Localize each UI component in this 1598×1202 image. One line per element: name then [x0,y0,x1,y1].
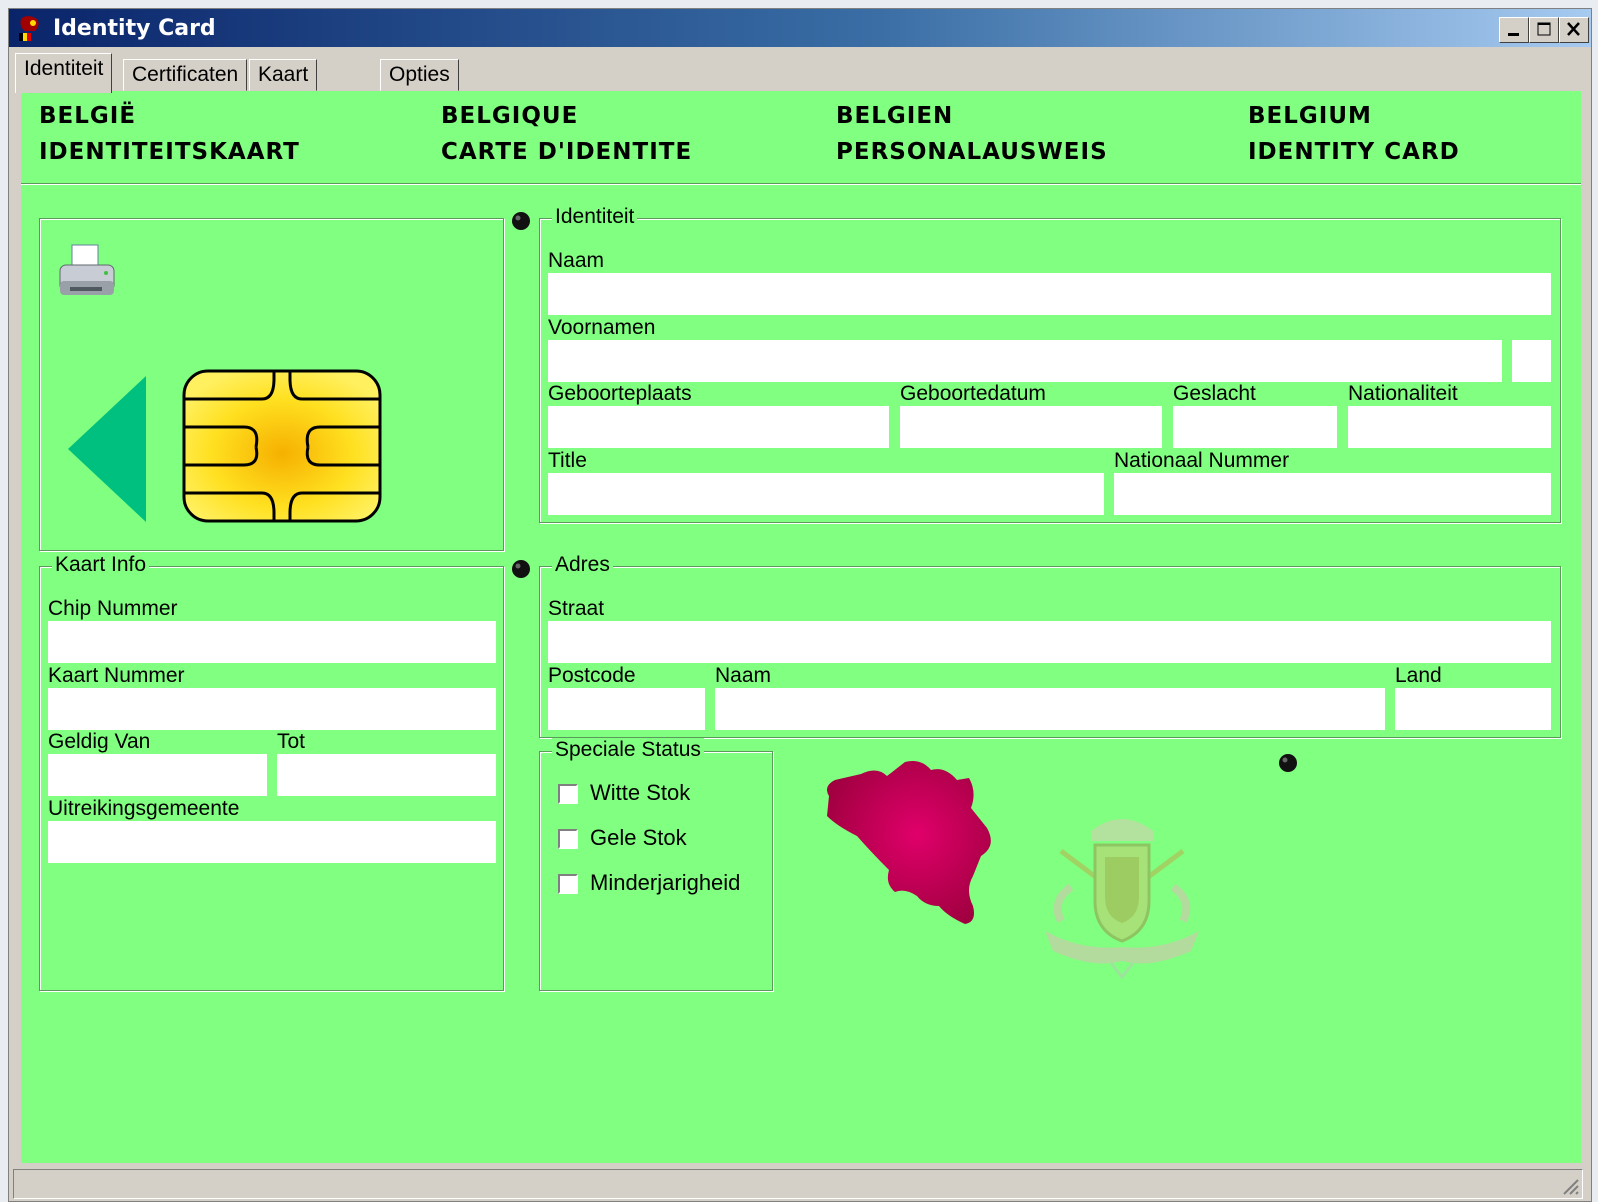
header-card-fr: CARTE D'IDENTITE [441,139,693,165]
nationaliteit-label: Nationaliteit [1348,382,1458,405]
geboortedatum-label: Geboortedatum [900,382,1046,405]
geboorteplaats-label: Geboorteplaats [548,382,692,405]
postcode-field[interactable] [548,688,705,730]
maximize-icon [1537,22,1551,36]
postcode-label: Postcode [548,664,636,687]
initial-field[interactable] [1512,340,1551,382]
gemeente-naam-label: Naam [715,664,772,687]
checkbox-label: Gele Stok [590,825,687,850]
tab-certificaten[interactable]: Certificaten [123,59,248,91]
straat-label: Straat [548,597,605,620]
uitreikingsgemeente-label: Uitreikingsgemeente [48,797,240,820]
tot-label: Tot [277,730,306,753]
checkbox-box[interactable] [558,784,578,804]
window-title: Identity Card [53,16,216,41]
identity-panel: BELGIË IDENTITEITSKAART BELGIQUE CARTE D… [21,91,1581,1163]
title-bar[interactable]: Identity Card [9,9,1591,47]
kaart-nummer-label: Kaart Nummer [48,664,185,687]
close-icon [1567,22,1580,36]
special-status-legend: Speciale Status [552,738,704,762]
tab-kaart-pin[interactable]: Kaart & PIN [249,59,318,146]
uitreikingsgemeente-field[interactable] [48,821,496,863]
special-status-group: Speciale Status Witte Stok Gele Stok Min… [539,738,773,991]
belgium-map-icon [827,761,991,924]
header-country-en: BELGIUM [1248,103,1372,129]
naam-label: Naam [548,249,605,272]
black-dot-icon[interactable] [511,559,531,579]
header-card-en: IDENTITY CARD [1248,139,1460,165]
printer-icon[interactable] [58,241,118,309]
land-label: Land [1395,664,1442,687]
header-country-de: BELGIEN [836,103,954,129]
black-dot-icon[interactable] [511,211,531,231]
header-country-nl: BELGIË [39,103,137,129]
title-field[interactable] [548,473,1104,515]
tab-identiteit[interactable]: Identiteit [15,53,113,93]
header-card-de: PERSONALAUSWEIS [836,139,1108,165]
card-image-box [39,218,504,551]
checkbox-label: Witte Stok [590,780,691,805]
geldig-van-label: Geldig Van [48,730,151,753]
maximize-button[interactable] [1529,17,1559,43]
naam-field[interactable] [548,273,1551,315]
main-window: Identity Card Identiteit Certificaten Ka… [8,8,1592,1202]
land-field[interactable] [1395,688,1551,730]
nationaliteit-field[interactable] [1348,406,1551,448]
identity-group: Identiteit Naam Voornamen Geboorteplaats… [539,205,1561,523]
triangle-left-icon[interactable] [66,374,146,524]
tab-opties[interactable]: Opties [380,59,459,91]
geslacht-label: Geslacht [1173,382,1256,405]
belgian-id-app-icon [19,16,39,41]
status-bar [13,1169,1583,1199]
address-group: Adres Straat Postcode Naam Land [539,553,1561,738]
nationaal-nummer-label: Nationaal Nummer [1114,449,1290,472]
geboortedatum-field[interactable] [900,406,1162,448]
minimize-button[interactable] [1499,17,1529,43]
header-card-nl: IDENTITEITSKAART [39,139,300,165]
kaart-nummer-field[interactable] [48,688,496,730]
nationaal-nummer-field[interactable] [1114,473,1551,515]
close-button[interactable] [1559,17,1589,43]
address-group-legend: Adres [552,553,613,577]
tot-field[interactable] [277,754,496,796]
chip-nummer-field[interactable] [48,621,496,663]
gemeente-naam-field[interactable] [715,688,1385,730]
geslacht-field[interactable] [1173,406,1337,448]
checkbox-box[interactable] [558,829,578,849]
voornamen-field[interactable] [548,340,1502,382]
header-divider [21,183,1581,185]
checkbox-label: Minderjarigheid [590,870,741,895]
resize-grip-icon[interactable] [1558,1174,1580,1196]
chip-nummer-label: Chip Nummer [48,597,178,620]
header-country-fr: BELGIQUE [441,103,579,129]
black-dot-icon[interactable] [1278,753,1298,773]
minimize-icon [1508,33,1519,36]
straat-field[interactable] [548,621,1551,663]
coat-of-arms-icon [1045,819,1199,980]
checkbox-box[interactable] [558,874,578,894]
card-info-group: Kaart Info Chip Nummer Kaart Nummer Geld… [39,553,504,991]
card-info-group-legend: Kaart Info [52,553,150,577]
voornamen-label: Voornamen [548,316,656,339]
smartcard-chip-icon [182,369,382,523]
geldig-van-field[interactable] [48,754,267,796]
title-label: Title [548,449,587,472]
identity-group-legend: Identiteit [552,205,638,229]
geboorteplaats-field[interactable] [548,406,889,448]
